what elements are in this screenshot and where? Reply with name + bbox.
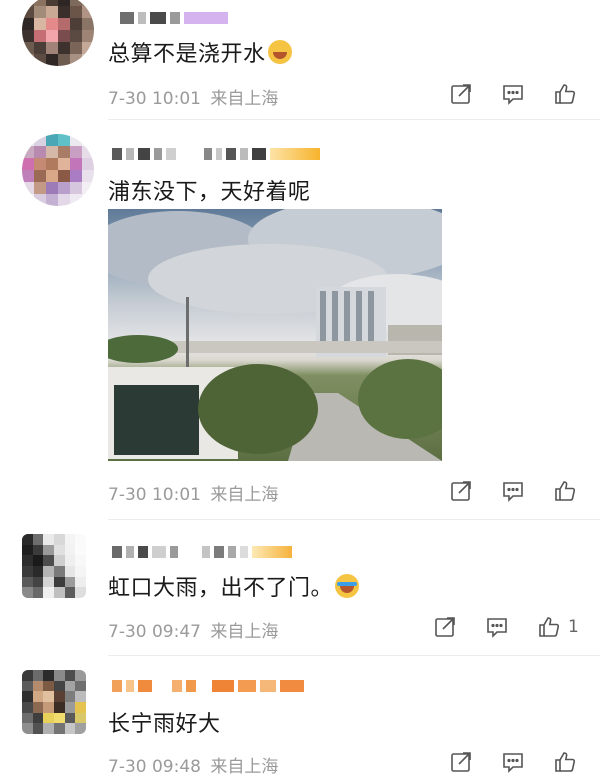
like-icon[interactable]	[536, 614, 562, 640]
like-count: 1	[568, 617, 579, 637]
share-icon[interactable]	[448, 81, 474, 107]
share-icon[interactable]	[448, 749, 474, 775]
comment-meta: 7-30 09:48 来自上海	[108, 752, 278, 777]
comment-location: 来自上海	[210, 89, 279, 109]
comment-text: 浦东没下，天好着呢	[108, 174, 311, 206]
username-blurred[interactable]	[112, 546, 292, 558]
comment-icon[interactable]	[500, 81, 526, 107]
comment-location: 来自上海	[210, 485, 279, 505]
share-icon[interactable]	[448, 478, 474, 504]
comment-body: 总算不是浇开水	[108, 42, 266, 67]
laughing-crying-emoji	[267, 40, 292, 64]
comment-body: 浦东没下，天好着呢	[108, 180, 311, 205]
like-icon[interactable]	[552, 478, 578, 504]
avatar[interactable]	[22, 534, 86, 598]
username-blurred[interactable]	[120, 12, 228, 24]
comment-meta: 7-30 10:01 来自上海	[108, 84, 278, 109]
comment-meta: 7-30 09:47 来自上海	[108, 617, 278, 642]
comment-text: 长宁雨好大	[108, 706, 221, 738]
comment-text: 总算不是浇开水	[108, 36, 292, 68]
username-blurred[interactable]	[112, 680, 304, 692]
crying-emoji	[335, 574, 360, 598]
comment-time: 7-30 10:01	[108, 89, 201, 109]
comment-body: 长宁雨好大	[108, 712, 221, 737]
comment-item: 长宁雨好大 7-30 09:48 来自上海	[0, 656, 600, 777]
city-cloudy-sky-photo[interactable]	[108, 209, 442, 461]
comment-time: 7-30 09:48	[108, 757, 201, 777]
like-icon[interactable]	[552, 749, 578, 775]
username-blurred[interactable]	[112, 148, 320, 160]
avatar[interactable]	[22, 0, 94, 66]
comment-item: 虹口大雨，出不了门。 7-30 09:47 来自上海 1	[0, 520, 600, 655]
share-icon[interactable]	[432, 614, 458, 640]
comment-time: 7-30 10:01	[108, 485, 201, 505]
comment-text: 虹口大雨，出不了门。	[108, 570, 360, 602]
comment-location: 来自上海	[210, 757, 279, 777]
like-icon[interactable]	[552, 81, 578, 107]
comment-icon[interactable]	[500, 478, 526, 504]
comment-item: 总算不是浇开水 7-30 10:01 来自上海	[0, 0, 600, 120]
comment-location: 来自上海	[210, 622, 279, 642]
comment-body: 虹口大雨，出不了门。	[108, 576, 334, 601]
comment-time: 7-30 09:47	[108, 622, 201, 642]
comment-icon[interactable]	[500, 749, 526, 775]
comment-icon[interactable]	[484, 614, 510, 640]
avatar[interactable]	[22, 670, 86, 734]
comment-meta: 7-30 10:01 来自上海	[108, 480, 278, 505]
avatar[interactable]	[22, 134, 94, 206]
